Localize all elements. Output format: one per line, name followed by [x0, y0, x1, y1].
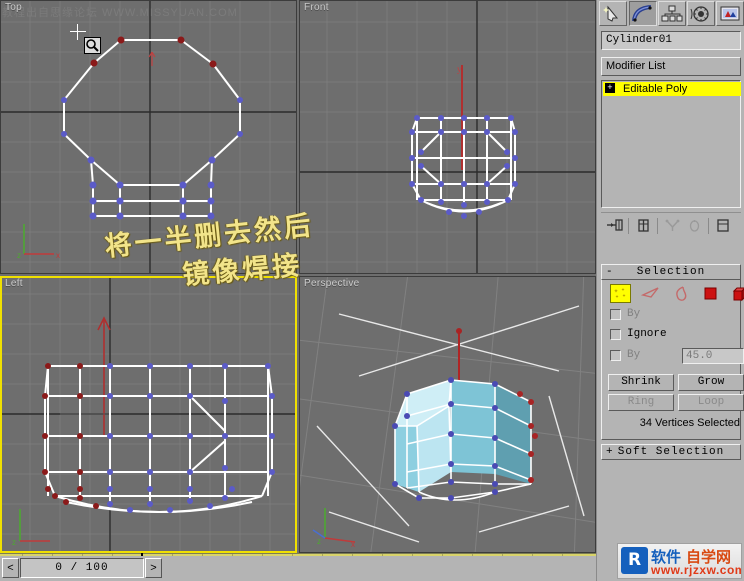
svg-text:z: z: [317, 537, 321, 546]
modifier-stack[interactable]: Editable Poly +: [601, 80, 741, 208]
viewport-left-axis-tripod: z: [12, 509, 50, 547]
by-vertex-row[interactable]: By: [610, 308, 640, 320]
svg-text:y: y: [457, 64, 462, 74]
soft-selection-rollout-title: Soft Selection: [617, 446, 725, 458]
selection-rollout-header[interactable]: - Selection: [601, 264, 741, 280]
viewport-top-label: Top: [5, 2, 23, 13]
selection-rollout-expander[interactable]: -: [606, 265, 614, 279]
edge-icon: [641, 287, 659, 298]
command-panel: Cylinder01 Modifier List Editable Poly +: [596, 0, 744, 581]
ring-button[interactable]: Ring: [608, 394, 674, 411]
viewport-perspective-label: Perspective: [304, 278, 360, 289]
current-frame-field[interactable]: 0 / 100: [20, 558, 144, 578]
border-icon: [675, 285, 686, 301]
logo-url: www.rjzxw.com: [651, 563, 742, 577]
top-watermark: 教程出自思缘论坛 WWW.MISSYUAN.COM: [2, 7, 238, 19]
modifier-stack-toolbar: [601, 212, 741, 238]
by-angle-row[interactable]: By: [610, 349, 640, 361]
configure-sets-icon[interactable]: [713, 216, 733, 236]
by-angle-value-field[interactable]: 45.0: [682, 348, 744, 364]
hierarchy-icon: [661, 5, 683, 21]
modifier-list-dropdown[interactable]: Modifier List: [601, 57, 741, 76]
selection-status-text: 34 Vertices Selected: [639, 417, 740, 429]
monitor-icon: [720, 6, 740, 20]
selection-rollout-title: Selection: [636, 266, 706, 278]
site-logo: R 软件 自学网 www.rjzxw.com: [617, 543, 742, 579]
prev-frame-button[interactable]: <: [2, 558, 19, 578]
ignore-backfacing-label: Ignore: [627, 328, 667, 340]
selection-rollout-body: By Ignore By 45.0 Shrink Grow Ring Loop …: [601, 280, 744, 440]
sub-object-level-row: [610, 284, 744, 303]
viewport-left-label: Left: [5, 278, 23, 289]
tab-create[interactable]: [599, 1, 627, 26]
by-angle-label: By: [627, 349, 641, 361]
curve-icon: [632, 4, 652, 22]
by-angle-checkbox[interactable]: [610, 349, 621, 361]
viewport-front-grid: y: [299, 0, 596, 274]
command-panel-tabs: [597, 0, 744, 27]
remove-modifier-icon[interactable]: [684, 216, 704, 236]
ignore-backfacing-checkbox[interactable]: [610, 328, 621, 340]
element-icon: [732, 287, 744, 301]
soft-selection-rollout-expander[interactable]: +: [606, 445, 614, 459]
vertex-icon: [612, 286, 629, 301]
wheel-icon: [690, 5, 709, 22]
stack-item-editable-poly[interactable]: Editable Poly: [603, 82, 741, 96]
viewport-front[interactable]: y Front: [299, 0, 596, 274]
next-frame-button[interactable]: >: [145, 558, 162, 578]
stack-expander-icon[interactable]: +: [605, 83, 615, 93]
viewport-top-axis-tripod: z x: [17, 224, 60, 260]
tab-modify[interactable]: [629, 1, 657, 26]
sub-object-element-button[interactable]: [730, 284, 744, 303]
show-end-result-icon[interactable]: [633, 216, 653, 236]
grow-button[interactable]: Grow: [678, 374, 744, 391]
viewport-grid: 教程出自思缘论坛 WWW.MISSYUAN.COM z x Top y Fron…: [0, 0, 596, 553]
sub-object-polygon-button[interactable]: [700, 284, 721, 303]
object-name-field[interactable]: Cylinder01: [601, 31, 741, 50]
pin-stack-icon[interactable]: [604, 216, 624, 236]
viewport-left[interactable]: z Left: [0, 276, 297, 553]
tab-display[interactable]: [716, 1, 744, 26]
polygon-icon: [704, 287, 717, 300]
time-slider-row: < 0 / 100 >: [0, 556, 596, 581]
viewport-perspective-axis-tripod: z x: [312, 508, 356, 548]
by-vertex-label: By: [627, 308, 641, 320]
sub-object-vertex-button[interactable]: [610, 284, 631, 303]
sub-object-border-button[interactable]: [670, 284, 691, 303]
viewport-top[interactable]: 教程出自思缘论坛 WWW.MISSYUAN.COM z x Top: [0, 0, 297, 274]
by-vertex-checkbox[interactable]: [610, 308, 621, 320]
make-unique-icon[interactable]: [662, 216, 682, 236]
svg-text:z: z: [17, 251, 21, 260]
zoom-tool-cursor-icon: [84, 37, 101, 54]
app-window: 教程出自思缘论坛 WWW.MISSYUAN.COM z x Top y Fron…: [0, 0, 744, 581]
sub-object-edge-button[interactable]: [640, 284, 661, 303]
tab-motion[interactable]: [687, 1, 715, 26]
viewport-perspective[interactable]: z x Perspective: [299, 276, 596, 553]
shrink-button[interactable]: Shrink: [608, 374, 674, 391]
viewport-front-label: Front: [304, 2, 329, 13]
svg-text:x: x: [351, 540, 355, 548]
svg-text:z: z: [12, 538, 16, 547]
tab-hierarchy[interactable]: [658, 1, 686, 26]
logo-mark: R: [621, 547, 648, 574]
ignore-backfacing-row[interactable]: Ignore: [610, 328, 667, 340]
arrow-star-icon: [603, 5, 619, 22]
soft-selection-rollout-header[interactable]: + Soft Selection: [601, 444, 741, 460]
loop-button[interactable]: Loop: [678, 394, 744, 411]
svg-text:x: x: [56, 251, 60, 260]
